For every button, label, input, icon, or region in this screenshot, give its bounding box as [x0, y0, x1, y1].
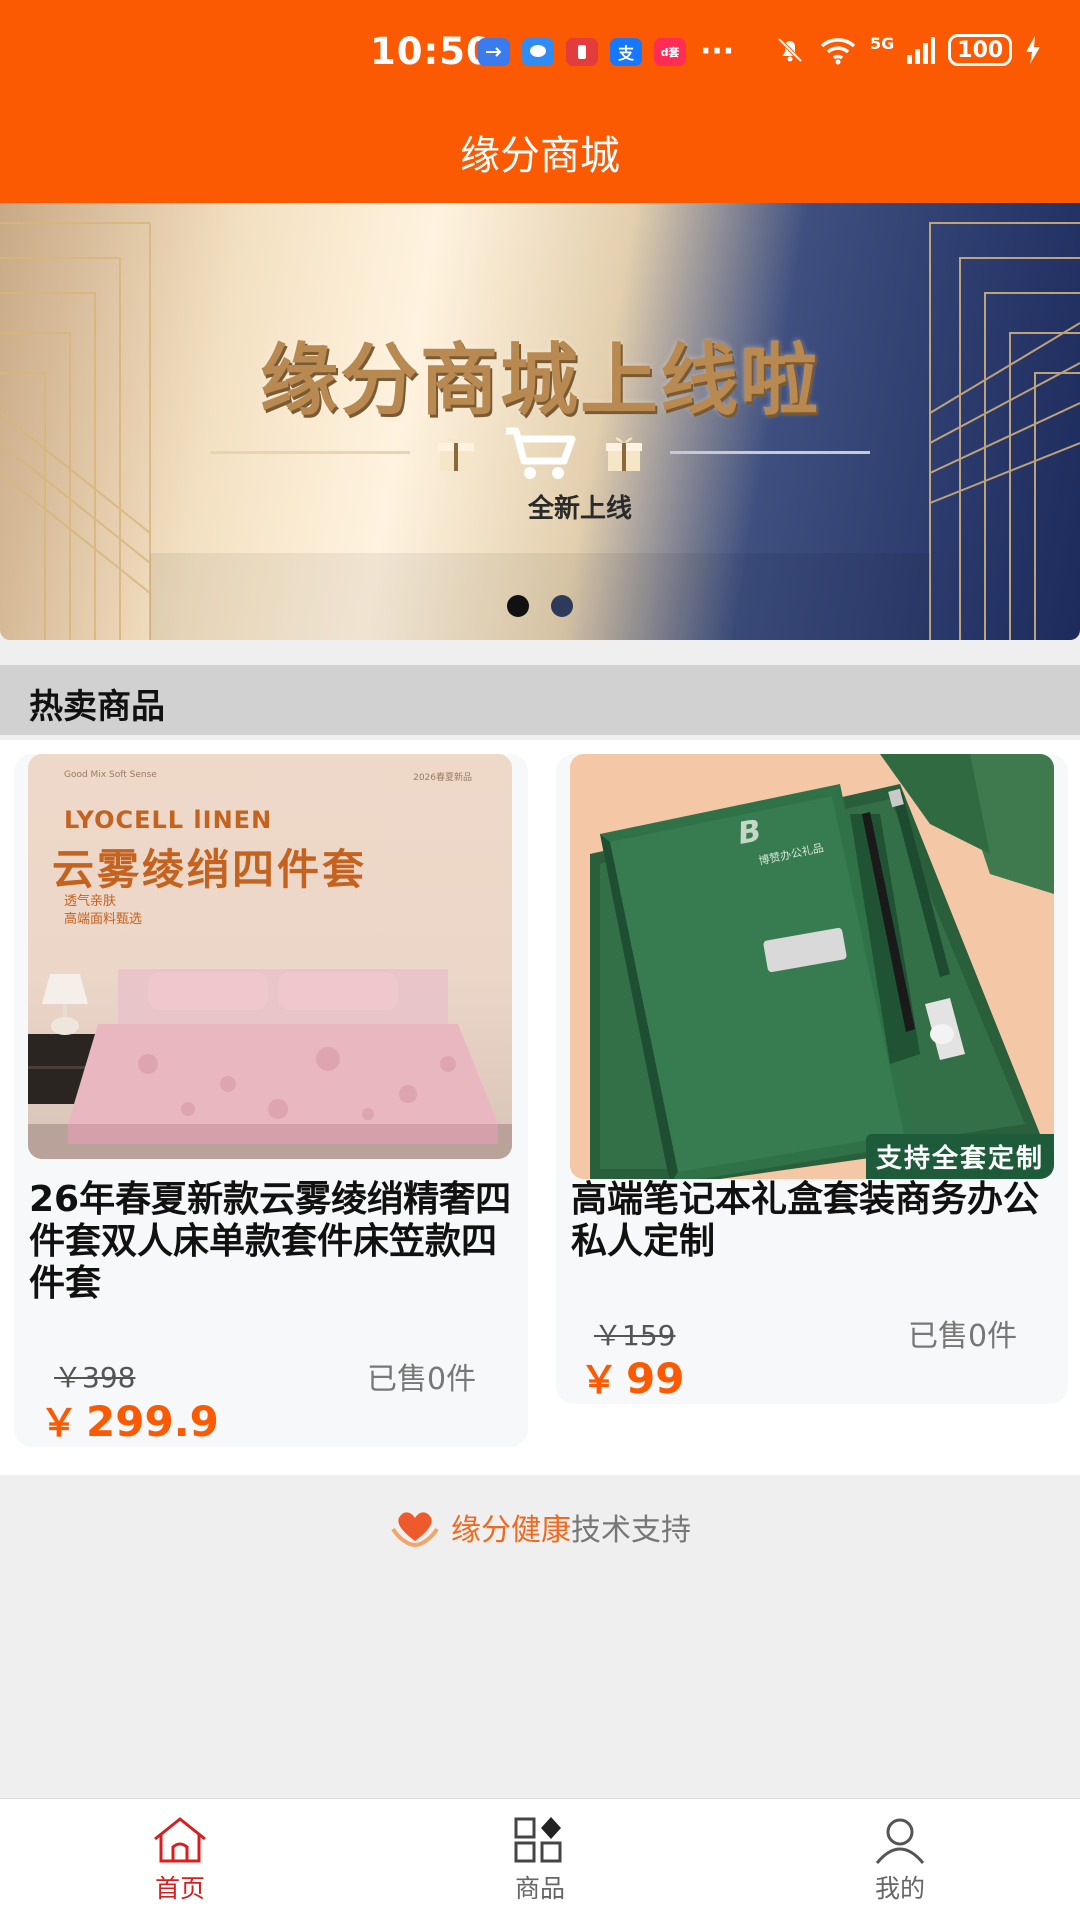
status-bar: 10:50 支 d套 ··· 5G 100 — [0, 30, 1080, 78]
system-icons: 5G 100 — [774, 34, 1042, 66]
product-card[interactable]: Good Mix Soft Sense 2026春夏新品 LYOCELL lIN… — [14, 754, 528, 1447]
user-icon — [875, 1818, 925, 1864]
network-type: 5G — [870, 33, 895, 53]
grid-icon — [514, 1817, 562, 1863]
message-icon — [522, 38, 554, 66]
heart-hands-logo-icon — [391, 1512, 439, 1548]
customization-badge: 支持全套定制 — [865, 1134, 1054, 1179]
product-name[interactable]: 26年春夏新款云雾绫绡精奢四件套双人床单款套件床笠款四件套 — [29, 1179, 519, 1305]
charging-icon — [1026, 36, 1041, 64]
price-value: 99 — [626, 1354, 685, 1403]
product-grid: Good Mix Soft Sense 2026春夏新品 LYOCELL lIN… — [0, 740, 1080, 1475]
banner-divider — [210, 451, 410, 454]
nav-products[interactable]: 商品 — [360, 1799, 720, 1920]
original-price: ￥159 — [594, 1319, 676, 1352]
tech-support-credit: 缘分健康 技术支持 — [0, 1505, 1080, 1549]
sold-count: 已售0件 — [908, 1319, 1018, 1354]
image-subtext: 透气亲肤 — [64, 894, 117, 909]
carousel-indicator — [0, 595, 1080, 617]
image-headline: 云雾绫绡四件套 — [52, 845, 368, 894]
notification-icons: 支 d套 — [478, 38, 686, 66]
notebook-giftbox-illustration: B — [570, 754, 1054, 1179]
wifi-icon — [820, 38, 856, 65]
product-name[interactable]: 高端笔记本礼盒套装商务办公 私人定制 — [571, 1179, 1061, 1263]
product-price: ￥ 299.9 — [40, 1392, 219, 1447]
section-title: 热卖商品 — [29, 687, 165, 727]
app-notification-icon — [566, 38, 598, 66]
hot-products-header: 热卖商品 — [0, 665, 1080, 735]
battery-level: 100 — [957, 37, 1004, 63]
image-top-text: Good Mix Soft Sense — [64, 770, 157, 780]
nav-profile[interactable]: 我的 — [720, 1799, 1080, 1920]
price-value: 299.9 — [86, 1397, 219, 1446]
top-header: 10:50 支 d套 ··· 5G 100 缘分商城 — [0, 0, 1080, 203]
image-tag: 2026春夏新品 — [413, 773, 472, 783]
cart-icon — [506, 427, 576, 479]
bed-illustration — [28, 969, 512, 1159]
banner-icon-row — [0, 425, 1080, 481]
credit-brand: 缘分健康 — [451, 1513, 571, 1548]
banner-title: 缘分商城上线啦 — [259, 336, 820, 426]
product-card[interactable]: B 博赞办公礼品 支持全套定制 高端笔记本礼盒套装商务办公 私人定制 ￥159 … — [556, 754, 1068, 1404]
more-notifications-icon: ··· — [700, 34, 735, 69]
product-price: ￥ 99 — [580, 1349, 684, 1404]
carousel-dot-active[interactable] — [507, 595, 529, 617]
alipay-icon: 支 — [610, 38, 642, 66]
price-currency: ￥ — [580, 1358, 619, 1402]
original-price: ￥398 — [54, 1361, 136, 1394]
banner-subtitle: 全新上线 — [527, 494, 632, 524]
banner-divider — [670, 451, 870, 454]
battery-indicator: 100 — [948, 34, 1013, 66]
gift-icon — [438, 437, 474, 471]
usb-icon — [478, 38, 510, 66]
nav-home[interactable]: 首页 — [0, 1799, 360, 1920]
status-time: 10:50 — [370, 30, 493, 73]
credit-text: 技术支持 — [571, 1513, 691, 1548]
nav-profile-label: 我的 — [874, 1874, 925, 1903]
promo-banner[interactable]: 缘分商城上线啦 全新上线 — [0, 203, 1080, 640]
carousel-dot[interactable] — [551, 595, 573, 617]
product-image[interactable]: Good Mix Soft Sense 2026春夏新品 LYOCELL lIN… — [28, 754, 512, 1159]
shopping-app-icon: d套 — [654, 38, 686, 66]
product-image[interactable]: B 博赞办公礼品 支持全套定制 — [570, 754, 1054, 1179]
bottom-nav: 首页 商品 我的 — [0, 1798, 1080, 1920]
home-icon — [154, 1817, 206, 1863]
sold-count: 已售0件 — [367, 1362, 477, 1397]
mute-icon — [777, 37, 803, 63]
nav-home-label: 首页 — [154, 1874, 205, 1903]
signal-icon — [907, 37, 936, 64]
page-title: 缘分商城 — [460, 133, 620, 179]
price-currency: ￥ — [40, 1401, 79, 1445]
nav-products-label: 商品 — [514, 1874, 565, 1903]
image-brand-text: LYOCELL lINEN — [64, 806, 273, 834]
gift-icon — [606, 437, 642, 471]
